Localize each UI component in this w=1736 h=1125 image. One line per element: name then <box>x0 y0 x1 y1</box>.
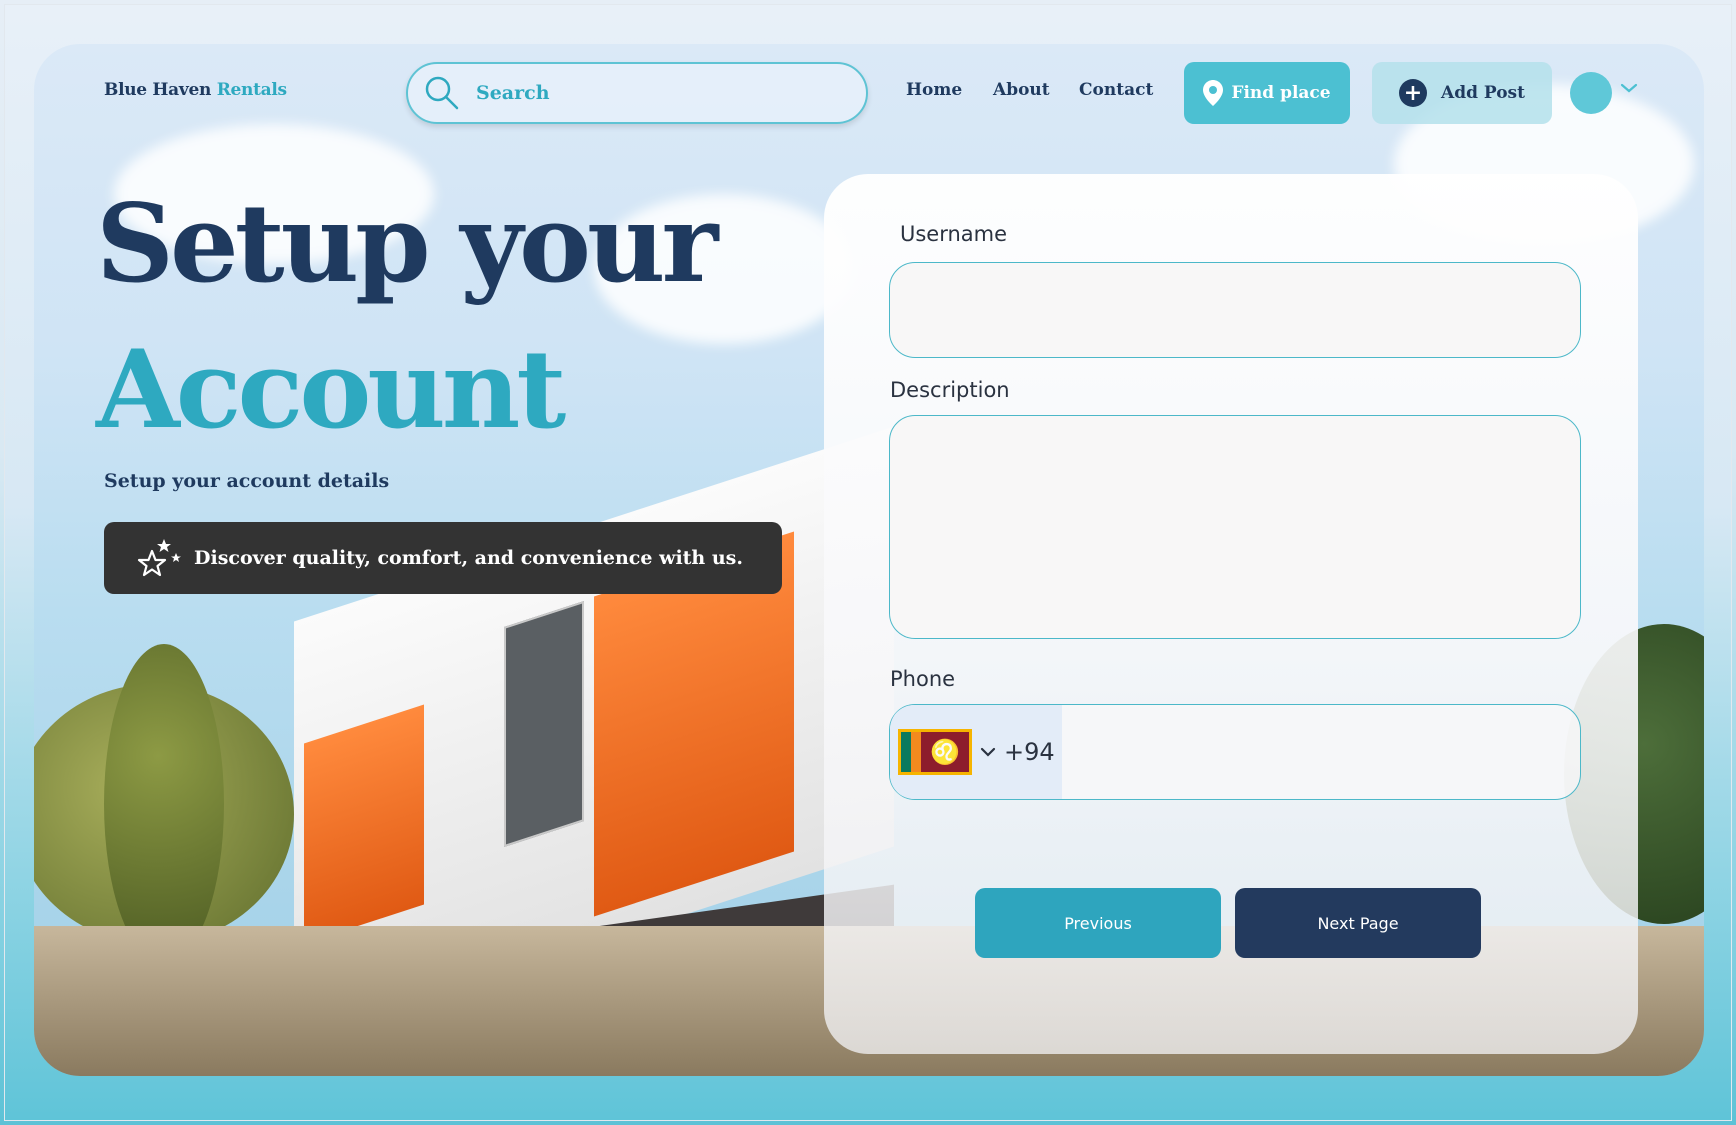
chevron-down-icon <box>980 747 996 757</box>
nav-home-link[interactable]: Home <box>906 80 962 100</box>
next-page-button[interactable]: Next Page <box>1235 888 1481 958</box>
stars-icon <box>137 539 181 577</box>
search-bar[interactable] <box>406 62 868 124</box>
description-label: Description <box>890 378 1010 402</box>
country-code-selector[interactable]: ♌ +94 <box>890 705 1062 799</box>
brand-name-part2: Rentals <box>216 80 287 100</box>
hero-title-line1: Setup your <box>96 181 718 307</box>
hero-title-line2: Account <box>96 327 566 453</box>
phone-country-code: +94 <box>1004 738 1055 766</box>
brand-name-part1: Blue Haven <box>104 80 212 100</box>
add-post-label: Add Post <box>1441 83 1525 103</box>
brand-logo[interactable]: Blue Haven Rentals <box>104 80 287 100</box>
location-pin-icon <box>1203 80 1224 106</box>
phone-label: Phone <box>890 667 956 691</box>
tree <box>104 644 224 964</box>
chevron-down-icon[interactable] <box>1620 82 1638 94</box>
phone-input[interactable] <box>1062 705 1580 799</box>
find-place-button[interactable]: Find place <box>1184 62 1350 124</box>
previous-button[interactable]: Previous <box>975 888 1221 958</box>
sri-lanka-flag-icon: ♌ <box>898 729 972 775</box>
username-field[interactable] <box>889 262 1581 358</box>
avatar[interactable] <box>1570 72 1612 114</box>
search-input[interactable] <box>476 82 806 104</box>
nav-contact-link[interactable]: Contact <box>1079 80 1153 100</box>
promo-banner: Discover quality, comfort, and convenien… <box>104 522 782 594</box>
phone-field: ♌ +94 <box>889 704 1581 800</box>
hero-subtitle: Setup your account details <box>104 470 390 492</box>
description-field[interactable] <box>889 415 1581 639</box>
search-icon <box>425 76 459 110</box>
find-place-label: Find place <box>1231 83 1331 103</box>
username-label: Username <box>900 222 1008 246</box>
plus-circle-icon: + <box>1399 79 1427 107</box>
add-post-button[interactable]: + Add Post <box>1372 62 1552 124</box>
banner-text: Discover quality, comfort, and convenien… <box>194 547 743 569</box>
nav-about-link[interactable]: About <box>993 80 1050 100</box>
